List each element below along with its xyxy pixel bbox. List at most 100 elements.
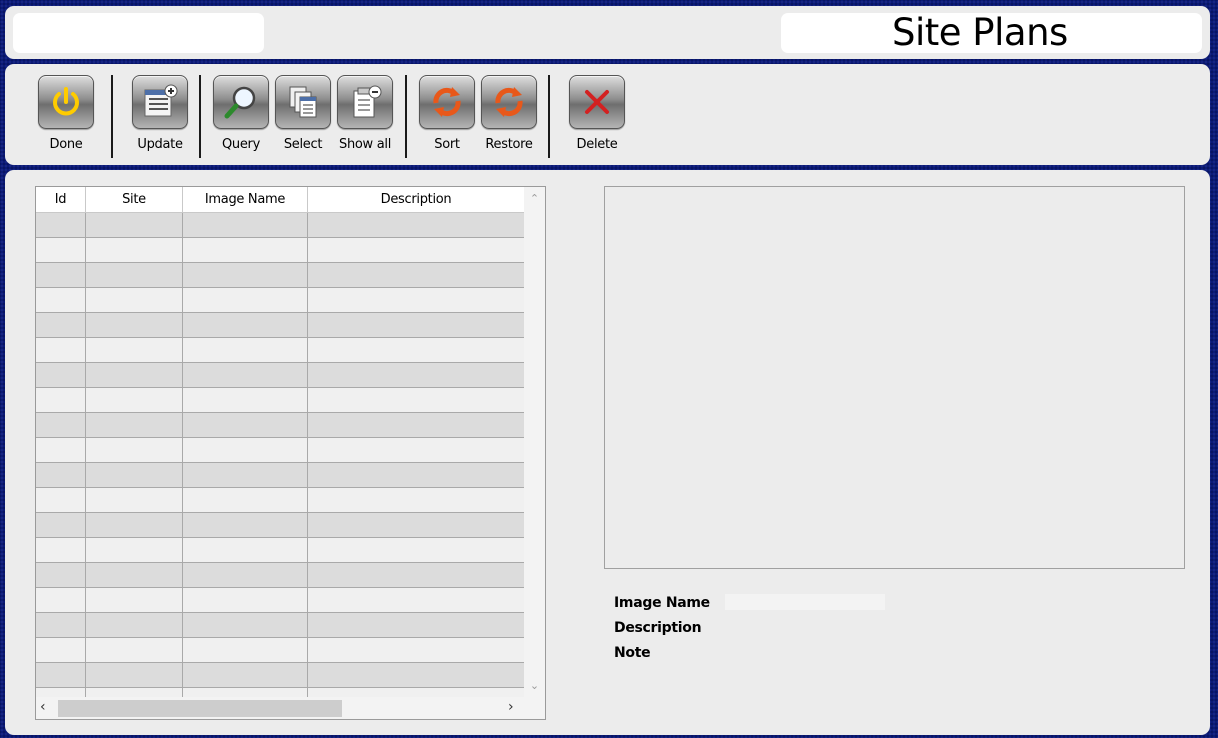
vertical-scrollbar[interactable]: ⌃ ⌄ (524, 187, 545, 697)
horizontal-scroll-thumb[interactable] (58, 700, 342, 717)
table-cell[interactable] (308, 363, 524, 387)
table-row[interactable] (36, 338, 524, 363)
table-cell[interactable] (86, 613, 183, 637)
table-row[interactable] (36, 463, 524, 488)
query-button[interactable]: Query (213, 75, 269, 152)
table-cell[interactable] (36, 688, 86, 697)
table-cell[interactable] (183, 538, 308, 562)
table-cell[interactable] (308, 488, 524, 512)
table-cell[interactable] (86, 588, 183, 612)
table-row[interactable] (36, 563, 524, 588)
table-cell[interactable] (86, 363, 183, 387)
table-cell[interactable] (308, 538, 524, 562)
table-cell[interactable] (183, 363, 308, 387)
table-row[interactable] (36, 688, 524, 697)
table-cell[interactable] (183, 638, 308, 662)
table-cell[interactable] (86, 413, 183, 437)
table-row[interactable] (36, 588, 524, 613)
table-row[interactable] (36, 613, 524, 638)
table-cell[interactable] (36, 363, 86, 387)
table-cell[interactable] (36, 238, 86, 262)
table-row[interactable] (36, 513, 524, 538)
table-row[interactable] (36, 238, 524, 263)
table-cell[interactable] (86, 538, 183, 562)
table-row[interactable] (36, 538, 524, 563)
table-cell[interactable] (86, 663, 183, 687)
site-plans-grid[interactable]: Id Site Image Name Description ⌃ ⌄ ‹ › (35, 186, 546, 720)
table-cell[interactable] (308, 663, 524, 687)
table-cell[interactable] (183, 238, 308, 262)
table-cell[interactable] (308, 638, 524, 662)
table-cell[interactable] (36, 613, 86, 637)
table-cell[interactable] (86, 388, 183, 412)
table-cell[interactable] (308, 338, 524, 362)
table-cell[interactable] (308, 388, 524, 412)
table-row[interactable] (36, 363, 524, 388)
table-row[interactable] (36, 438, 524, 463)
table-cell[interactable] (36, 638, 86, 662)
select-button[interactable]: Select (275, 75, 331, 152)
table-cell[interactable] (308, 288, 524, 312)
table-row[interactable] (36, 388, 524, 413)
table-cell[interactable] (308, 563, 524, 587)
column-header-image-name[interactable]: Image Name (183, 187, 308, 213)
show-all-button[interactable]: Show all (337, 75, 393, 152)
table-cell[interactable] (183, 588, 308, 612)
table-cell[interactable] (86, 238, 183, 262)
table-cell[interactable] (308, 313, 524, 337)
table-row[interactable] (36, 663, 524, 688)
table-cell[interactable] (36, 563, 86, 587)
table-cell[interactable] (36, 438, 86, 462)
table-cell[interactable] (183, 413, 308, 437)
table-cell[interactable] (36, 338, 86, 362)
table-cell[interactable] (183, 463, 308, 487)
delete-button[interactable]: Delete (569, 75, 625, 152)
table-cell[interactable] (183, 213, 308, 237)
table-cell[interactable] (308, 463, 524, 487)
table-cell[interactable] (86, 463, 183, 487)
table-cell[interactable] (308, 688, 524, 697)
table-cell[interactable] (308, 213, 524, 237)
table-row[interactable] (36, 313, 524, 338)
table-cell[interactable] (36, 413, 86, 437)
column-header-site[interactable]: Site (86, 187, 183, 213)
scroll-down-icon[interactable]: ⌄ (524, 679, 545, 692)
table-cell[interactable] (86, 313, 183, 337)
table-cell[interactable] (36, 388, 86, 412)
table-cell[interactable] (183, 513, 308, 537)
table-row[interactable] (36, 638, 524, 663)
table-cell[interactable] (183, 613, 308, 637)
table-cell[interactable] (36, 488, 86, 512)
table-cell[interactable] (183, 663, 308, 687)
table-row[interactable] (36, 413, 524, 438)
table-cell[interactable] (183, 263, 308, 287)
horizontal-scrollbar[interactable]: ‹ › (36, 697, 545, 719)
table-cell[interactable] (86, 288, 183, 312)
table-cell[interactable] (86, 338, 183, 362)
table-cell[interactable] (86, 438, 183, 462)
table-cell[interactable] (308, 588, 524, 612)
table-cell[interactable] (36, 313, 86, 337)
table-cell[interactable] (86, 488, 183, 512)
table-cell[interactable] (183, 688, 308, 697)
table-cell[interactable] (183, 488, 308, 512)
update-button[interactable]: Update (132, 75, 188, 152)
table-row[interactable] (36, 288, 524, 313)
done-button[interactable]: Done (38, 75, 94, 152)
table-cell[interactable] (36, 588, 86, 612)
table-cell[interactable] (86, 638, 183, 662)
table-cell[interactable] (86, 263, 183, 287)
table-cell[interactable] (36, 513, 86, 537)
table-cell[interactable] (36, 263, 86, 287)
table-row[interactable] (36, 263, 524, 288)
table-cell[interactable] (86, 563, 183, 587)
table-cell[interactable] (183, 288, 308, 312)
table-cell[interactable] (308, 263, 524, 287)
table-cell[interactable] (86, 688, 183, 697)
table-cell[interactable] (86, 213, 183, 237)
table-cell[interactable] (308, 438, 524, 462)
table-row[interactable] (36, 213, 524, 238)
table-cell[interactable] (308, 238, 524, 262)
table-cell[interactable] (36, 663, 86, 687)
table-cell[interactable] (36, 463, 86, 487)
